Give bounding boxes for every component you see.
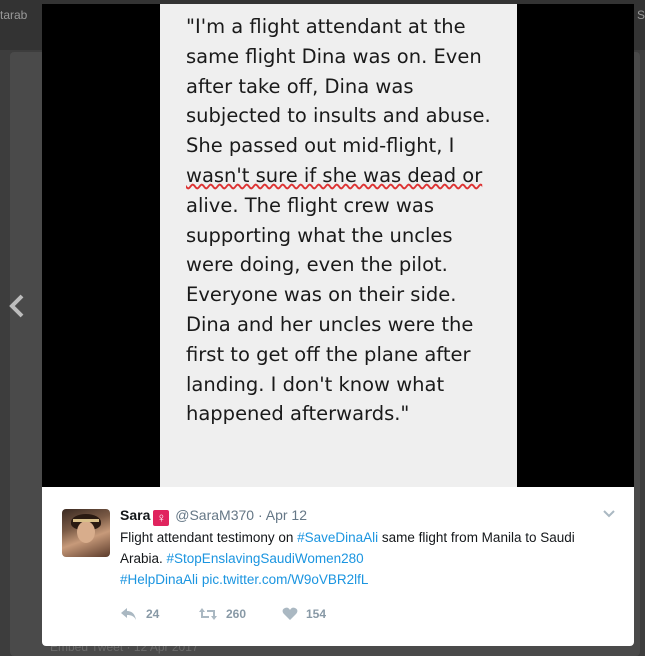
- testimony-line: Dina and her uncles were the: [186, 312, 474, 336]
- testimony-line: were doing, even the pilot.: [186, 253, 448, 277]
- reply-icon: [121, 608, 136, 620]
- hashtag-link[interactable]: #StopEnslavingSaudiWomen280: [167, 551, 364, 566]
- tweet-text: Flight attendant testimony on #SaveDinaA…: [120, 527, 610, 590]
- testimony-line: Everyone was on their side.: [186, 283, 457, 307]
- retweet-icon: [199, 608, 217, 620]
- retweet-button[interactable]: 260: [198, 607, 246, 621]
- reply-count: 24: [146, 607, 160, 621]
- testimony-line: happened afterwards.": [186, 402, 410, 426]
- testimony-line: after take off, Dina was: [186, 74, 414, 98]
- testimony-line: alive. The flight crew was: [186, 193, 434, 217]
- testimony-line: "I'm a flight attendant at the: [186, 15, 466, 38]
- reply-button[interactable]: 24: [120, 607, 159, 621]
- female-sign-icon: ♀: [153, 510, 170, 526]
- hashtag-link[interactable]: #HelpDinaAli: [120, 572, 198, 587]
- retweet-count: 260: [226, 607, 247, 621]
- chevron-left-icon: [9, 294, 24, 318]
- testimony-text: "I'm a flight attendant at the same flig…: [186, 12, 506, 429]
- previous-media-button[interactable]: [6, 290, 30, 322]
- testimony-line: landing. I don't know what: [186, 372, 445, 396]
- testimony-line: supporting what the uncles: [186, 223, 453, 247]
- like-button[interactable]: 154: [282, 607, 326, 621]
- tweet-text-part: Flight attendant testimony on: [120, 530, 298, 545]
- user-name[interactable]: Sara: [120, 507, 150, 523]
- user-handle[interactable]: @SaraM370: [175, 507, 254, 523]
- avatar[interactable]: [62, 509, 110, 557]
- tweet-header: Sara ♀ @SaraM370 · Apr 12: [120, 507, 307, 526]
- tweet-card: Sara ♀ @SaraM370 · Apr 12 Flight attendan…: [42, 487, 634, 646]
- hashtag-link[interactable]: #SaveDinaAli: [297, 530, 378, 545]
- background-header-text-right: S: [636, 8, 645, 22]
- chevron-down-icon[interactable]: [602, 509, 616, 519]
- background-header-text: tarab: [0, 8, 28, 22]
- testimony-line: She passed out mid-flight, I: [186, 134, 455, 158]
- heart-icon: [282, 607, 298, 620]
- testimony-line: subjected to insults and abuse.: [186, 104, 491, 128]
- testimony-line: same flight Dina was on. Even: [186, 44, 482, 68]
- separator: ·: [257, 507, 263, 523]
- testimony-line: first to get off the plane after: [186, 342, 471, 366]
- media-viewer[interactable]: "I'm a flight attendant at the same flig…: [42, 4, 634, 487]
- like-count: 154: [306, 607, 327, 621]
- testimony-line: wasn't sure if she was dead or: [186, 163, 483, 187]
- media-link[interactable]: pic.twitter.com/W9oVBR2lfL: [202, 572, 369, 587]
- testimony-image: "I'm a flight attendant at the same flig…: [160, 4, 517, 487]
- tweet-date[interactable]: Apr 12: [266, 507, 307, 523]
